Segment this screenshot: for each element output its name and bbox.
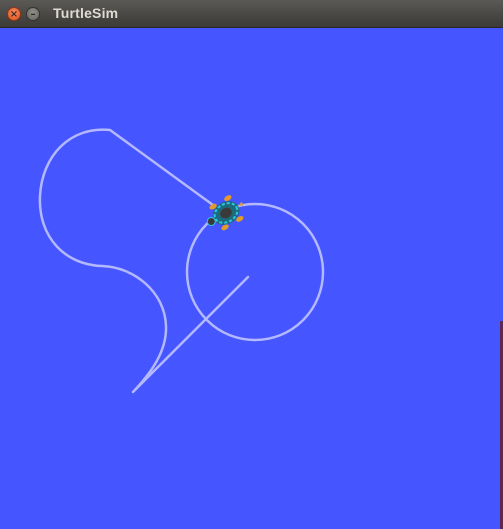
turtle-canvas — [0, 28, 500, 529]
window-title: TurtleSim — [53, 5, 119, 21]
turtle-icon[interactable] — [201, 191, 250, 236]
pen-trail-circle — [185, 202, 325, 342]
turtlesim-window: × – TurtleSim — [0, 0, 503, 529]
minimize-button[interactable]: – — [26, 7, 40, 21]
window-titlebar[interactable]: × – TurtleSim — [0, 0, 503, 28]
drawing-surface — [38, 128, 325, 394]
pen-trail-path — [38, 128, 250, 394]
close-button[interactable]: × — [7, 7, 21, 21]
